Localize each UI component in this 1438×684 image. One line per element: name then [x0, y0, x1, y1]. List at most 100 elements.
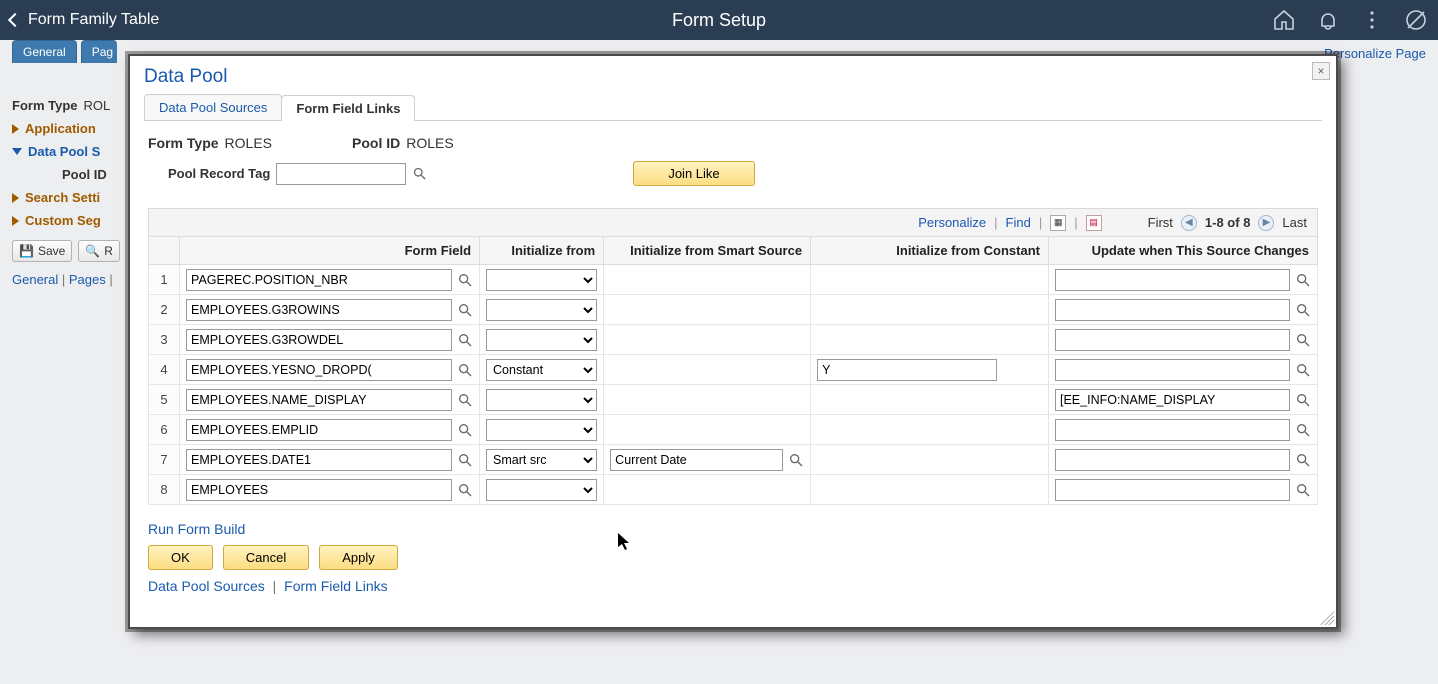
lookup-icon[interactable] [1295, 362, 1311, 378]
form-field-input[interactable] [186, 299, 452, 321]
form-field-input[interactable] [186, 479, 452, 501]
prev-icon[interactable]: ◀ [1181, 215, 1197, 231]
initialize-from-select[interactable]: ConstantSmart src [486, 419, 597, 441]
lookup-icon[interactable] [1295, 272, 1311, 288]
update-source-input[interactable] [1055, 479, 1290, 501]
bell-icon[interactable] [1316, 8, 1340, 32]
resize-handle-icon[interactable] [1320, 611, 1334, 625]
constant-input[interactable] [817, 359, 997, 381]
initialize-from-select[interactable]: ConstantSmart src [486, 359, 597, 381]
table-row: 2 ConstantSmart src [149, 295, 1318, 325]
lookup-icon[interactable] [457, 452, 473, 468]
data-pool-modal: × Data Pool Data Pool Sources Form Field… [128, 54, 1338, 629]
lookup-icon[interactable] [1295, 332, 1311, 348]
update-source-input[interactable] [1055, 449, 1290, 471]
form-field-input[interactable] [186, 359, 452, 381]
tab-form-field-links[interactable]: Form Field Links [281, 95, 415, 121]
run-form-build-link[interactable]: Run Form Build [148, 521, 245, 537]
form-field-input[interactable] [186, 389, 452, 411]
col-init-const[interactable]: Initialize from Constant [811, 237, 1049, 265]
smart-source-input[interactable] [610, 449, 783, 471]
initialize-from-select[interactable]: ConstantSmart src [486, 479, 597, 501]
back-button[interactable]: Form Family Table [10, 11, 159, 29]
modal-body: Form TypeROLES Pool IDROLES Pool Record … [144, 121, 1322, 598]
initialize-from-select[interactable]: ConstantSmart src [486, 389, 597, 411]
bg-tab-pages[interactable]: Pag [81, 40, 117, 63]
lookup-icon[interactable] [1295, 422, 1311, 438]
form-type-label: Form Type [148, 135, 219, 151]
initialize-from-select[interactable]: ConstantSmart src [486, 449, 597, 471]
lookup-icon[interactable] [457, 302, 473, 318]
view-all-icon[interactable]: ▦ [1050, 215, 1066, 231]
form-field-input[interactable] [186, 329, 452, 351]
page-title: Form Setup [672, 10, 766, 31]
row-number: 2 [149, 295, 180, 325]
update-source-input[interactable] [1055, 359, 1290, 381]
update-source-input[interactable] [1055, 269, 1290, 291]
lookup-icon[interactable] [457, 482, 473, 498]
tab-data-pool-sources[interactable]: Data Pool Sources [144, 94, 282, 120]
col-form-field[interactable]: Form Field [180, 237, 480, 265]
initialize-from-select[interactable]: ConstantSmart src [486, 329, 597, 351]
lookup-icon[interactable] [457, 272, 473, 288]
pool-id-value: ROLES [406, 135, 453, 151]
update-source-input[interactable] [1055, 419, 1290, 441]
apply-button[interactable]: Apply [319, 545, 398, 570]
join-like-button[interactable]: Join Like [633, 161, 754, 186]
lookup-icon[interactable] [1295, 392, 1311, 408]
home-icon[interactable] [1272, 8, 1296, 32]
lookup-icon[interactable] [457, 392, 473, 408]
update-source-input[interactable] [1055, 389, 1290, 411]
bg-tab-general[interactable]: General [12, 40, 77, 63]
col-init-from[interactable]: Initialize from [480, 237, 604, 265]
lookup-icon[interactable] [457, 422, 473, 438]
col-rownum [149, 237, 180, 265]
lookup-icon[interactable] [1295, 452, 1311, 468]
last-link[interactable]: Last [1282, 215, 1307, 230]
update-source-input[interactable] [1055, 329, 1290, 351]
bg-link-pages[interactable]: Pages [69, 272, 106, 287]
form-field-input[interactable] [186, 419, 452, 441]
row-number: 7 [149, 445, 180, 475]
personalize-link[interactable]: Personalize [918, 215, 986, 230]
col-init-smart[interactable]: Initialize from Smart Source [604, 237, 811, 265]
ok-button[interactable]: OK [148, 545, 213, 570]
bottom-link-links[interactable]: Form Field Links [284, 578, 387, 594]
close-icon[interactable]: × [1312, 62, 1330, 80]
first-link[interactable]: First [1148, 215, 1173, 230]
lookup-icon[interactable] [1295, 482, 1311, 498]
triangle-down-icon [12, 148, 22, 155]
save-button[interactable]: 💾Save [12, 240, 72, 262]
form-field-links-grid: Form Field Initialize from Initialize fr… [148, 236, 1318, 505]
lookup-icon[interactable] [457, 332, 473, 348]
initialize-from-select[interactable]: ConstantSmart src [486, 269, 597, 291]
row-number: 1 [149, 265, 180, 295]
row-number: 5 [149, 385, 180, 415]
form-field-input[interactable] [186, 269, 452, 291]
triangle-right-icon [12, 124, 19, 134]
refresh-button[interactable]: 🔍R [78, 240, 120, 262]
next-icon[interactable]: ▶ [1258, 215, 1274, 231]
topbar-icons [1272, 8, 1428, 32]
lookup-icon[interactable] [788, 452, 804, 468]
modal-bottom-links: Data Pool Sources | Form Field Links [148, 578, 1318, 594]
update-source-input[interactable] [1055, 299, 1290, 321]
lookup-icon[interactable] [1295, 302, 1311, 318]
personalize-page-link[interactable]: Personalize Page [1324, 46, 1426, 61]
find-link[interactable]: Find [1006, 215, 1031, 230]
lookup-icon[interactable] [457, 362, 473, 378]
kebab-menu-icon[interactable] [1360, 8, 1384, 32]
compass-icon[interactable] [1404, 8, 1428, 32]
row-number: 3 [149, 325, 180, 355]
download-icon[interactable]: ▤ [1086, 215, 1102, 231]
table-row: 4ConstantSmart src [149, 355, 1318, 385]
bg-link-general[interactable]: General [12, 272, 58, 287]
form-field-input[interactable] [186, 449, 452, 471]
initialize-from-select[interactable]: ConstantSmart src [486, 299, 597, 321]
pool-record-tag-input[interactable] [276, 163, 406, 185]
row-number: 6 [149, 415, 180, 445]
col-update-when[interactable]: Update when This Source Changes [1049, 237, 1318, 265]
bottom-link-sources[interactable]: Data Pool Sources [148, 578, 265, 594]
cancel-button[interactable]: Cancel [223, 545, 309, 570]
lookup-icon[interactable] [412, 166, 427, 181]
